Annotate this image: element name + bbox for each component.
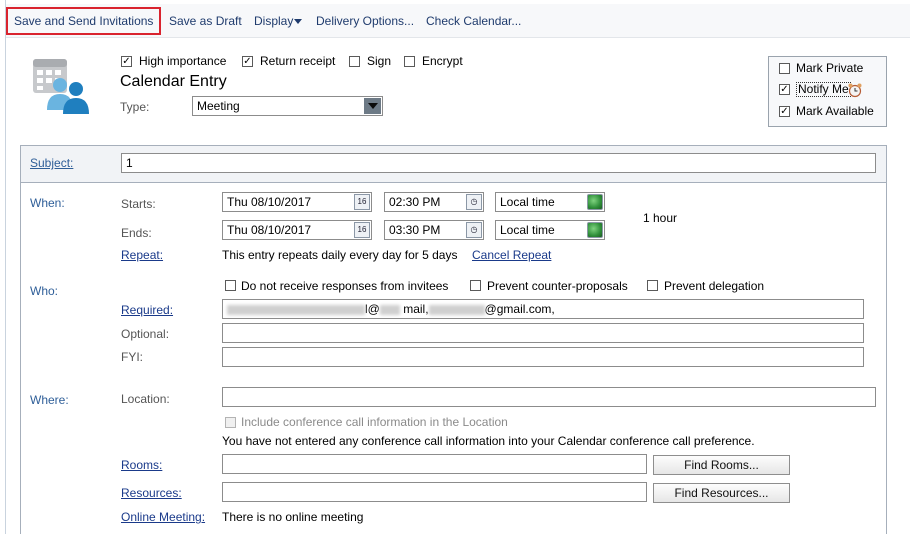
redacted-text xyxy=(379,304,400,315)
entry-options-box: Mark Private ✓ Notify Me ✓ Mark Availabl… xyxy=(768,56,887,127)
start-time-input[interactable]: 02:30 PM ◷ xyxy=(384,192,484,212)
type-value: Meeting xyxy=(197,99,240,113)
repeat-description: This entry repeats daily every day for 5… xyxy=(222,248,458,262)
no-responses-label: Do not receive responses from invitees xyxy=(241,279,449,293)
calendar-picker-icon[interactable]: 16 xyxy=(354,222,370,238)
required-value-part-b: mail, xyxy=(403,302,429,316)
optional-input[interactable] xyxy=(222,323,864,343)
redacted-text xyxy=(227,304,365,315)
caret-down-icon xyxy=(294,19,303,25)
save-and-send-invitations-button[interactable]: Save and Send Invitations xyxy=(6,7,162,35)
start-timezone-value: Local time xyxy=(500,195,555,209)
calendar-people-icon xyxy=(33,59,89,114)
type-label: Type: xyxy=(120,100,150,114)
duration-text: 1 hour xyxy=(643,211,678,225)
display-label: Display xyxy=(254,14,294,28)
action-toolbar: Save and Send Invitations Save as Draft … xyxy=(6,4,910,38)
end-time-input[interactable]: 03:30 PM ◷ xyxy=(384,220,484,240)
high-importance-checkbox[interactable]: ✓ xyxy=(121,56,132,67)
subject-input[interactable]: 1 xyxy=(121,153,876,173)
required-input[interactable]: l@ mail, @gmail.com, xyxy=(222,299,864,319)
start-time-value: 02:30 PM xyxy=(389,195,441,209)
delivery-options-button[interactable]: Delivery Options... xyxy=(312,7,418,35)
subject-label: Subject: xyxy=(30,156,74,170)
start-date-value: Thu 08/10/2017 xyxy=(227,195,312,209)
who-section-label: Who: xyxy=(30,284,59,298)
return-receipt-label: Return receipt xyxy=(260,54,336,68)
online-meeting-value: There is no online meeting xyxy=(222,510,364,524)
ends-label: Ends: xyxy=(121,226,152,240)
calendar-picker-icon[interactable]: 16 xyxy=(354,194,370,210)
online-meeting-link[interactable]: Online Meeting: xyxy=(121,510,205,524)
mark-private-label: Mark Private xyxy=(796,61,864,75)
sign-label: Sign xyxy=(367,54,392,68)
required-link[interactable]: Required: xyxy=(121,303,173,317)
encrypt-label: Encrypt xyxy=(422,54,463,68)
redacted-text xyxy=(428,304,485,315)
type-select[interactable]: Meeting xyxy=(192,96,383,116)
find-resources-button[interactable]: Find Resources... xyxy=(653,483,790,503)
clock-icon[interactable]: ◷ xyxy=(466,194,482,210)
display-menu-button[interactable]: Display xyxy=(250,7,306,35)
include-conference-label: Include conference call information in t… xyxy=(241,415,508,429)
repeat-link[interactable]: Repeat: xyxy=(121,248,163,262)
mark-available-label: Mark Available xyxy=(796,104,874,118)
cancel-repeat-link[interactable]: Cancel Repeat xyxy=(472,248,551,262)
starts-label: Starts: xyxy=(121,197,156,211)
location-input[interactable] xyxy=(222,387,876,407)
alarm-clock-icon[interactable] xyxy=(847,82,863,98)
required-value-part-a: l@ xyxy=(365,302,380,316)
notify-me-label: Notify Me xyxy=(796,82,851,97)
rooms-link[interactable]: Rooms: xyxy=(121,458,162,472)
end-time-value: 03:30 PM xyxy=(389,223,441,237)
resources-link[interactable]: Resources: xyxy=(121,486,182,500)
find-rooms-button[interactable]: Find Rooms... xyxy=(653,455,790,475)
conference-note: You have not entered any conference call… xyxy=(222,434,755,448)
resources-input[interactable] xyxy=(222,482,647,502)
end-date-value: Thu 08/10/2017 xyxy=(227,223,312,237)
globe-icon[interactable] xyxy=(587,222,603,238)
mark-available-checkbox[interactable]: ✓ xyxy=(779,106,790,117)
globe-icon[interactable] xyxy=(587,194,603,210)
return-receipt-checkbox[interactable]: ✓ xyxy=(242,56,253,67)
optional-label: Optional: xyxy=(121,327,170,341)
when-section-label: When: xyxy=(30,196,65,210)
end-timezone-value: Local time xyxy=(500,223,555,237)
high-importance-label: High importance xyxy=(139,54,227,68)
start-timezone-input[interactable]: Local time xyxy=(495,192,605,212)
required-value-part-c: @gmail.com, xyxy=(484,302,555,316)
prevent-counter-checkbox[interactable] xyxy=(470,280,481,291)
end-timezone-input[interactable]: Local time xyxy=(495,220,605,240)
no-responses-checkbox[interactable] xyxy=(225,280,236,291)
sign-checkbox[interactable] xyxy=(349,56,360,67)
dropdown-arrow-icon[interactable] xyxy=(364,98,381,114)
prevent-delegation-label: Prevent delegation xyxy=(664,279,765,293)
encrypt-checkbox[interactable] xyxy=(404,56,415,67)
notify-me-checkbox[interactable]: ✓ xyxy=(779,84,790,95)
end-date-input[interactable]: Thu 08/10/2017 16 xyxy=(222,220,372,240)
check-calendar-button[interactable]: Check Calendar... xyxy=(422,7,525,35)
start-date-input[interactable]: Thu 08/10/2017 16 xyxy=(222,192,372,212)
fyi-label: FYI: xyxy=(121,350,144,364)
page-title: Calendar Entry xyxy=(120,73,227,90)
clock-icon[interactable]: ◷ xyxy=(466,222,482,238)
subject-row: Subject: 1 xyxy=(20,145,887,183)
fyi-input[interactable] xyxy=(222,347,864,367)
include-conference-checkbox[interactable] xyxy=(225,417,236,428)
prevent-delegation-checkbox[interactable] xyxy=(647,280,658,291)
rooms-input[interactable] xyxy=(222,454,647,474)
location-label: Location: xyxy=(121,392,170,406)
prevent-counter-label: Prevent counter-proposals xyxy=(487,279,628,293)
where-section-label: Where: xyxy=(30,393,69,407)
save-as-draft-button[interactable]: Save as Draft xyxy=(165,7,246,35)
left-border xyxy=(0,0,6,534)
mark-private-checkbox[interactable] xyxy=(779,63,790,74)
